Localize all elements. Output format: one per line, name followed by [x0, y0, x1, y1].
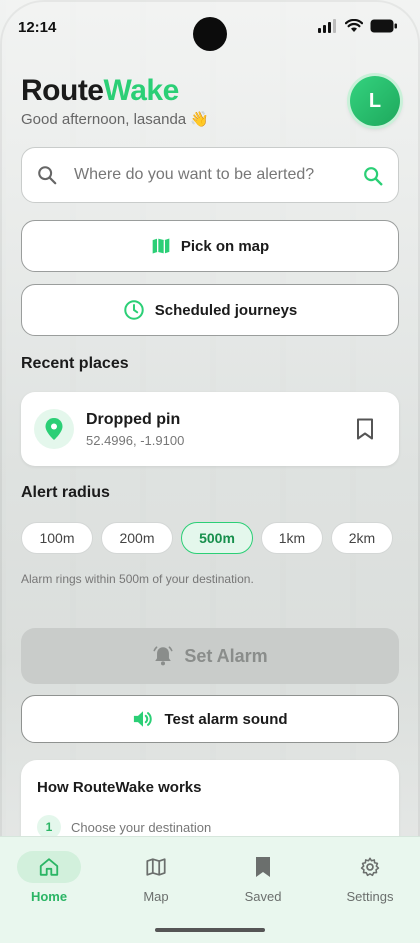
pick-on-map-button[interactable]: Pick on map [21, 220, 399, 272]
status-icons [318, 19, 398, 33]
test-sound-button[interactable]: Test alarm sound [21, 695, 399, 743]
bottom-nav: Home Map Saved Settings [0, 836, 420, 943]
pick-on-map-label: Pick on map [180, 237, 270, 255]
wifi-icon [345, 19, 363, 32]
radius-chip-1km[interactable]: 1km [261, 522, 323, 554]
recent-places-title: Recent places [21, 355, 129, 372]
scheduled-journeys-label: Scheduled journeys [154, 301, 298, 319]
radius-chip-200m[interactable]: 200m [101, 522, 173, 554]
radius-chip-2km[interactable]: 2km [331, 522, 393, 554]
recent-place-name: Dropped pin [86, 411, 181, 428]
speaker-icon [134, 711, 153, 727]
nav-saved-icon-wrap [231, 851, 295, 883]
clock-icon [124, 300, 144, 320]
nav-home-label: Home [30, 889, 68, 904]
nav-saved[interactable]: Saved [215, 851, 311, 904]
signal-icon [318, 19, 336, 33]
step-text: Choose your destination [71, 819, 212, 835]
nav-home[interactable]: Home [1, 851, 97, 904]
nav-saved-label: Saved [244, 889, 282, 904]
set-alarm-button[interactable]: Set Alarm [21, 628, 399, 684]
avatar[interactable]: L [350, 76, 400, 126]
status-time: 12:14 [18, 19, 57, 36]
scheduled-journeys-button[interactable]: Scheduled journeys [21, 284, 399, 336]
recent-place-coords: 52.4996, -1.9100 [86, 433, 185, 448]
recent-place-item[interactable]: Dropped pin 52.4996, -1.9100 [21, 392, 399, 466]
search-bar[interactable] [21, 147, 399, 203]
nav-settings-label: Settings [346, 889, 394, 904]
bookmark-icon[interactable] [355, 418, 375, 440]
radius-chip-100m[interactable]: 100m [21, 522, 93, 554]
app-title-wake: Wake [103, 74, 180, 107]
radius-chips: 100m 200m 500m 1km 2km [21, 522, 393, 554]
nav-map[interactable]: Map [108, 851, 204, 904]
home-icon [39, 858, 59, 876]
app-title-route: Route [21, 74, 104, 107]
greeting-text: Good afternoon, lasanda 👋 [21, 111, 209, 128]
home-indicator [155, 928, 265, 932]
map-icon [152, 238, 170, 254]
how-it-works-title: How RouteWake works [37, 779, 202, 796]
alert-radius-title: Alert radius [21, 484, 110, 501]
gear-icon [360, 857, 380, 877]
bookmark-icon [256, 857, 270, 877]
app-title: RouteWake [21, 74, 179, 108]
search-submit-icon[interactable] [362, 165, 384, 187]
nav-settings-icon-wrap [338, 851, 402, 883]
set-alarm-label: Set Alarm [184, 645, 268, 666]
battery-icon [370, 19, 397, 33]
pin-badge [34, 409, 74, 449]
radius-hint: Alarm rings within 500m of your destinat… [21, 572, 254, 586]
test-sound-label: Test alarm sound [164, 710, 288, 728]
location-pin-icon [45, 418, 63, 440]
status-bar: 12:14 [0, 0, 420, 56]
radius-chip-500m[interactable]: 500m [181, 522, 253, 554]
nav-map-icon-wrap [124, 851, 188, 883]
nav-settings[interactable]: Settings [322, 851, 418, 904]
map-icon [146, 858, 166, 876]
alarm-bell-icon [153, 646, 173, 666]
nav-map-label: Map [143, 889, 169, 904]
search-icon [38, 166, 57, 185]
nav-home-icon-wrap [17, 851, 81, 883]
search-input[interactable] [74, 166, 344, 184]
camera-cutout [193, 17, 227, 51]
